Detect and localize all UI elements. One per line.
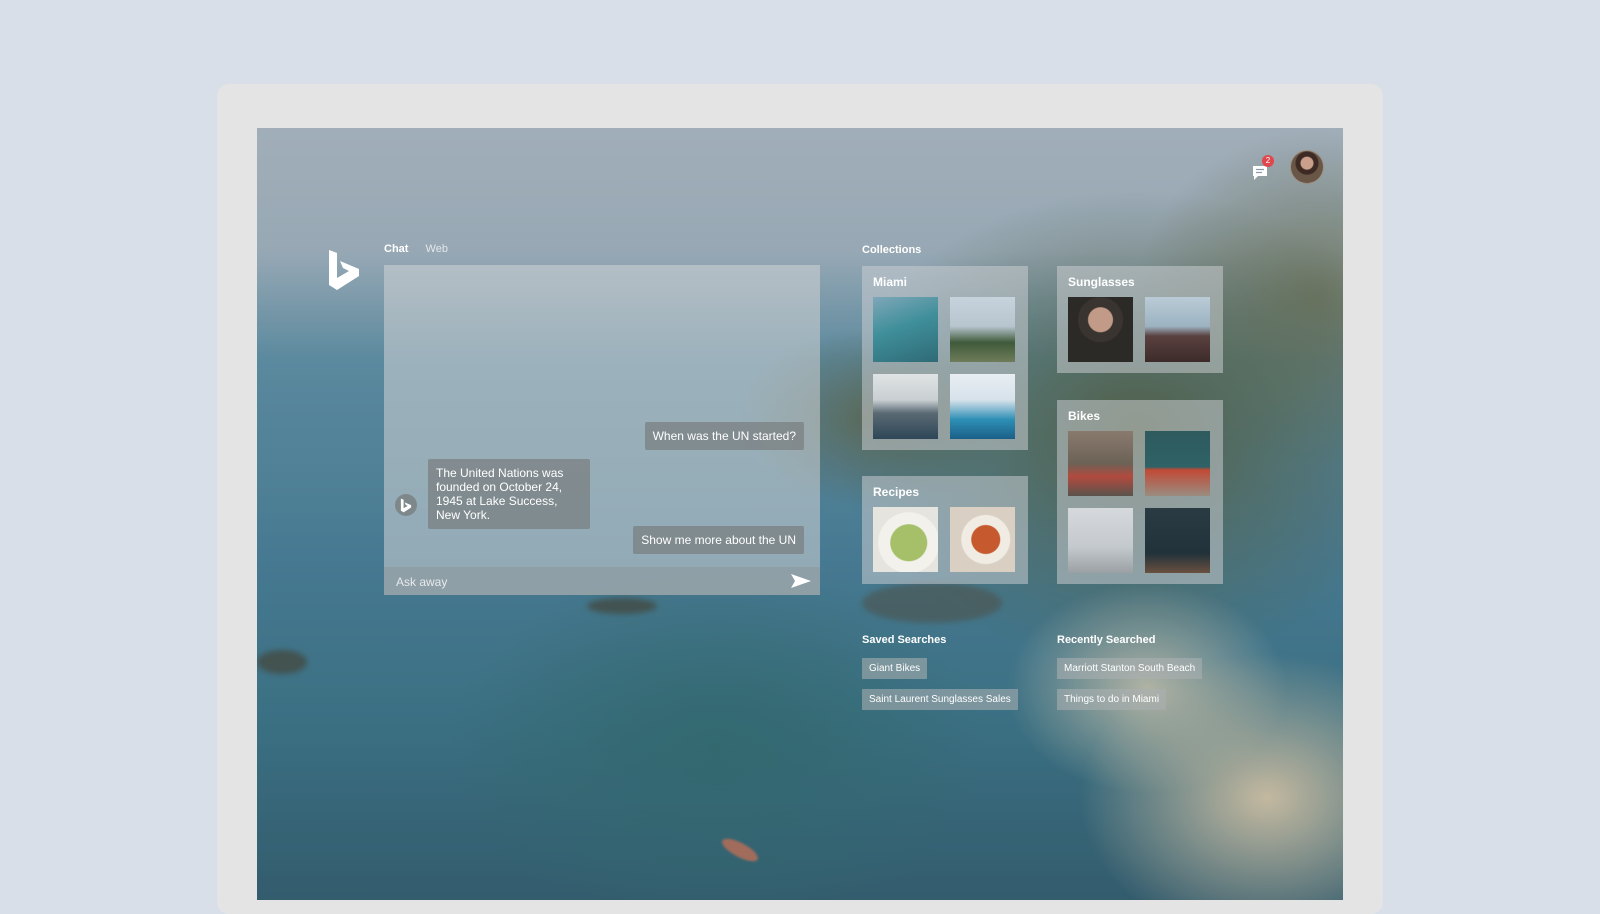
- recent-search-chip[interactable]: Marriott Stanton South Beach: [1057, 658, 1203, 679]
- collection-title: Recipes: [873, 485, 920, 499]
- bing-logo-icon: [400, 498, 412, 512]
- collection-thumbnail[interactable]: [873, 507, 938, 572]
- tab-chat[interactable]: Chat: [384, 243, 408, 255]
- collection-thumbnail[interactable]: [873, 374, 938, 439]
- tab-web[interactable]: Web: [426, 243, 448, 255]
- send-icon[interactable]: [790, 572, 812, 590]
- bing-logo-icon: [329, 250, 359, 290]
- collections-heading: Collections: [862, 244, 922, 256]
- collection-sunglasses[interactable]: Sunglasses: [1057, 266, 1223, 373]
- collection-thumbnail[interactable]: [1145, 431, 1210, 496]
- saved-search-chip[interactable]: Giant Bikes: [862, 658, 928, 679]
- collection-thumbnail[interactable]: [950, 374, 1015, 439]
- collection-title: Sunglasses: [1068, 275, 1135, 289]
- collection-title: Miami: [873, 275, 908, 289]
- assistant-message: The United Nations was founded on Octobe…: [428, 459, 590, 529]
- collection-title: Bikes: [1068, 409, 1101, 423]
- collection-recipes[interactable]: Recipes: [862, 476, 1028, 584]
- chat-input-bar: [384, 567, 820, 595]
- notification-count-badge: 2: [1262, 155, 1274, 167]
- collection-thumbnail[interactable]: [1068, 297, 1133, 362]
- saved-search-chip[interactable]: Saint Laurent Sunglasses Sales: [862, 689, 1018, 710]
- recently-searched-heading: Recently Searched: [1057, 634, 1156, 646]
- chat-web-tabs: Chat Web: [384, 243, 462, 255]
- saved-searches-heading: Saved Searches: [862, 634, 947, 646]
- collection-thumbnail[interactable]: [1068, 431, 1133, 496]
- collection-thumbnail[interactable]: [1145, 508, 1210, 573]
- recent-search-chip[interactable]: Things to do in Miami: [1057, 689, 1167, 710]
- rock-decoration: [862, 583, 1002, 623]
- user-message: Show me more about the UN: [633, 526, 804, 554]
- collection-bikes[interactable]: Bikes: [1057, 400, 1223, 584]
- assistant-avatar: [395, 494, 417, 516]
- collection-thumbnail[interactable]: [950, 507, 1015, 572]
- collection-thumbnail[interactable]: [950, 297, 1015, 362]
- chat-input[interactable]: [394, 572, 778, 592]
- collection-thumbnail[interactable]: [1068, 508, 1133, 573]
- collection-thumbnail[interactable]: [1145, 297, 1210, 362]
- rock-decoration: [257, 650, 307, 674]
- user-avatar[interactable]: [1290, 150, 1324, 184]
- boat-decoration: [719, 834, 761, 866]
- user-message: When was the UN started?: [644, 422, 804, 450]
- rock-decoration: [587, 598, 657, 614]
- collection-miami[interactable]: Miami: [862, 266, 1028, 450]
- chat-panel: When was the UN started? The United Nati…: [384, 265, 820, 595]
- collection-thumbnail[interactable]: [873, 297, 938, 362]
